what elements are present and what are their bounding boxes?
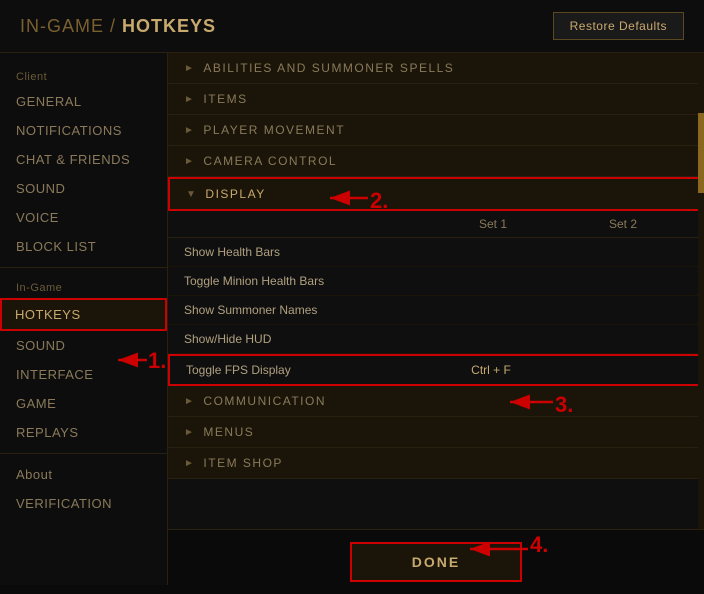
sidebar-item-general[interactable]: GENERAL	[0, 87, 167, 116]
main-layout: Client GENERAL NOTIFICATIONS CHAT & FRIE…	[0, 53, 704, 585]
row-toggle-fps[interactable]: Toggle FPS Display Ctrl + F	[168, 354, 704, 386]
row-label: Toggle FPS Display	[186, 363, 426, 377]
section-label: DISPLAY	[205, 187, 265, 201]
page-title: IN-GAME / HOTKEYS	[20, 16, 216, 37]
sidebar-item-chat-friends[interactable]: CHAT & FRIENDS	[0, 145, 167, 174]
sidebar: Client GENERAL NOTIFICATIONS CHAT & FRIE…	[0, 53, 168, 585]
set2-header: Set 2	[558, 217, 688, 231]
row-label: Toggle Minion Health Bars	[184, 274, 428, 288]
client-section-label: Client	[0, 63, 167, 87]
page-section-title: HOTKEYS	[122, 16, 216, 36]
section-label: COMMUNICATION	[203, 394, 326, 408]
arrow-icon: ►	[184, 156, 195, 167]
section-display[interactable]: ▼ DISPLAY	[168, 177, 704, 211]
row-label: Show Health Bars	[184, 245, 428, 259]
row-show-summoner-names[interactable]: Show Summoner Names	[168, 296, 704, 325]
arrow-icon: ►	[184, 125, 195, 136]
arrow-icon: ►	[184, 396, 195, 407]
arrow-icon: ►	[184, 63, 195, 74]
section-label: ABILITIES AND SUMMONER SPELLS	[203, 61, 454, 75]
sidebar-item-about[interactable]: About	[0, 460, 167, 489]
row-set1: Ctrl + F	[426, 363, 556, 377]
section-label: ITEM SHOP	[203, 456, 283, 470]
row-show-hide-hud[interactable]: Show/Hide HUD	[168, 325, 704, 354]
restore-defaults-button[interactable]: Restore Defaults	[553, 12, 684, 40]
set-label-empty	[184, 217, 428, 231]
section-player-movement[interactable]: ► PLAYER MOVEMENT	[168, 115, 704, 146]
arrow-icon: ►	[184, 458, 195, 469]
section-label: MENUS	[203, 425, 254, 439]
section-items[interactable]: ► ITEMS	[168, 84, 704, 115]
sidebar-item-voice[interactable]: VOICE	[0, 203, 167, 232]
arrow-icon: ►	[184, 427, 195, 438]
sidebar-item-game[interactable]: GAME	[0, 389, 167, 418]
section-abilities[interactable]: ► ABILITIES AND SUMMONER SPELLS	[168, 53, 704, 84]
sidebar-item-verification[interactable]: VERIFICATION	[0, 489, 167, 518]
breadcrumb-prefix: IN-GAME	[20, 16, 104, 36]
content-area: ► ABILITIES AND SUMMONER SPELLS ► ITEMS …	[168, 53, 704, 585]
set1-header: Set 1	[428, 217, 558, 231]
sidebar-item-sound-ingame[interactable]: SOUND	[0, 331, 167, 360]
arrow-icon: ►	[184, 94, 195, 105]
sidebar-divider-2	[0, 453, 167, 454]
done-button[interactable]: DONE	[350, 542, 522, 582]
row-show-health-bars[interactable]: Show Health Bars	[168, 238, 704, 267]
sidebar-item-block-list[interactable]: BLOCK LIST	[0, 232, 167, 261]
sidebar-item-replays[interactable]: REPLAYS	[0, 418, 167, 447]
section-camera-control[interactable]: ► CAMERA CONTROL	[168, 146, 704, 177]
section-label: ITEMS	[203, 92, 247, 106]
sidebar-item-interface[interactable]: INTERFACE	[0, 360, 167, 389]
section-label: CAMERA CONTROL	[203, 154, 337, 168]
row-label: Show/Hide HUD	[184, 332, 428, 346]
ingame-section-label: In-Game	[0, 274, 167, 298]
sidebar-item-sound-client[interactable]: SOUND	[0, 174, 167, 203]
section-communication[interactable]: ► COMMUNICATION	[168, 386, 704, 417]
arrow-down-icon: ▼	[186, 189, 197, 200]
section-item-shop[interactable]: ► ITEM SHOP	[168, 448, 704, 479]
breadcrumb-separator: /	[110, 16, 122, 36]
section-label: PLAYER MOVEMENT	[203, 123, 345, 137]
row-label: Show Summoner Names	[184, 303, 428, 317]
section-menus[interactable]: ► MENUS	[168, 417, 704, 448]
set-headers-row: Set 1 Set 2	[168, 211, 704, 238]
header: IN-GAME / HOTKEYS Restore Defaults	[0, 0, 704, 53]
sidebar-item-hotkeys[interactable]: HOTKEYS	[0, 298, 167, 331]
sidebar-divider-1	[0, 267, 167, 268]
footer: DONE	[168, 529, 704, 594]
scroll-thumb[interactable]	[698, 113, 704, 193]
row-toggle-minion[interactable]: Toggle Minion Health Bars	[168, 267, 704, 296]
sidebar-item-notifications[interactable]: NOTIFICATIONS	[0, 116, 167, 145]
scrollbar[interactable]	[698, 53, 704, 585]
